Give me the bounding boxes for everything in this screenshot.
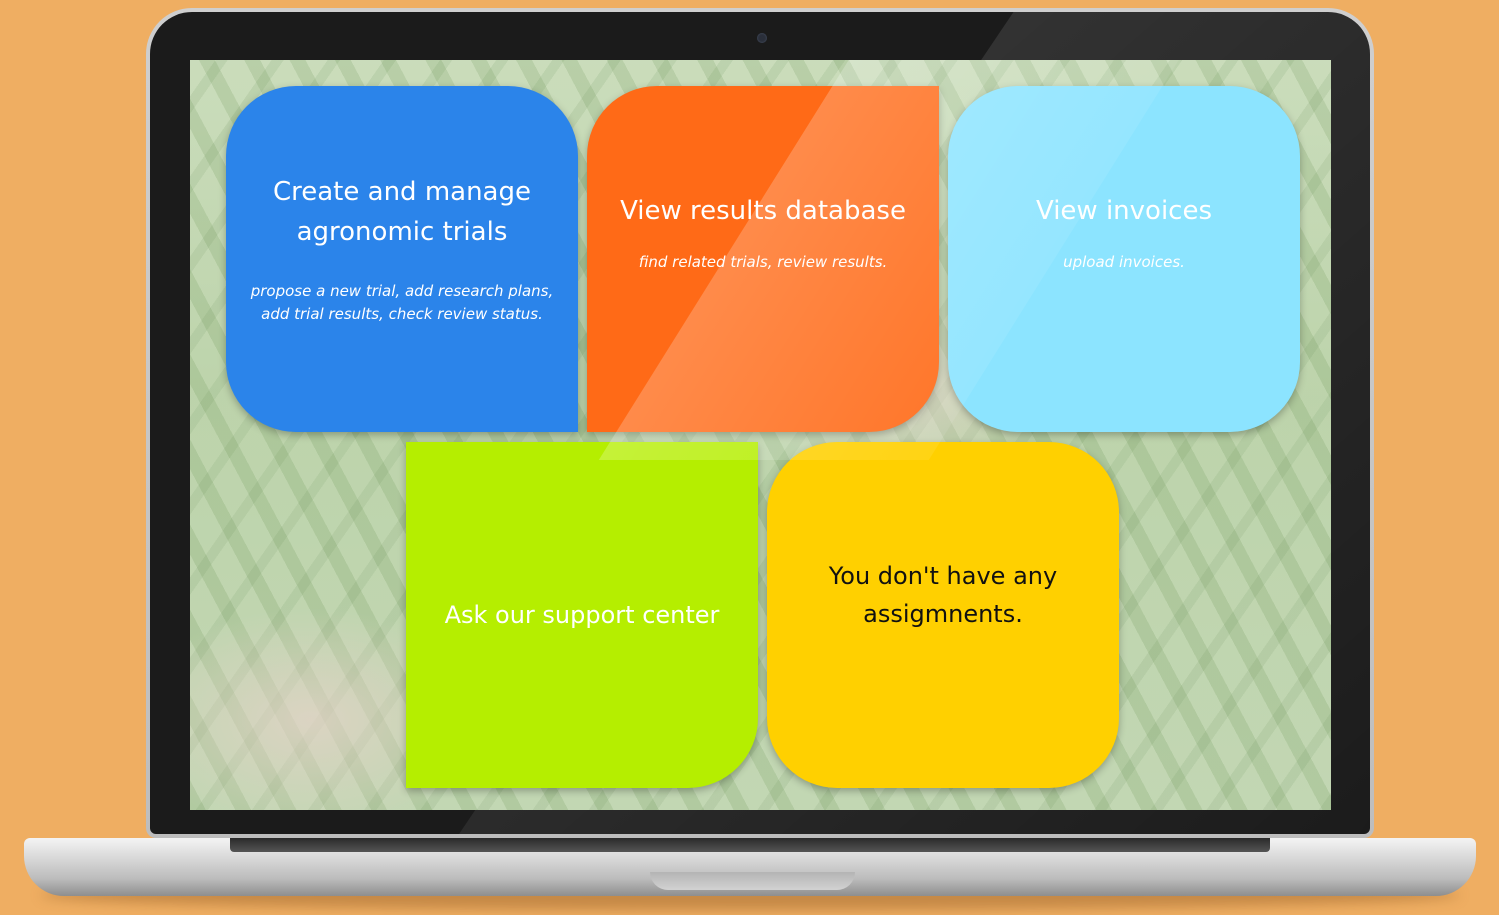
support-center-title: Ask our support center — [444, 601, 720, 629]
manage-trials-title-line1: Create and manage — [272, 177, 531, 207]
manage-trials-description-line1: propose a new trial, add research plans, — [250, 282, 554, 300]
results-database-tile[interactable]: View results database find related trial… — [587, 86, 939, 432]
laptop-opening-notch — [650, 872, 855, 890]
manage-trials-title-line2: agronomic trials — [296, 217, 508, 247]
manage-trials-tile[interactable]: Create and manage agronomic trials propo… — [226, 86, 578, 432]
assignments-tile[interactable]: You don't have any assigmnents. — [767, 442, 1119, 788]
laptop-screen: Create and manage agronomic trials propo… — [190, 60, 1331, 810]
laptop-hinge — [230, 838, 1270, 852]
support-center-tile[interactable]: Ask our support center — [406, 442, 758, 788]
manage-trials-description-line2: add trial results, check review status. — [261, 305, 543, 323]
manage-trials-title: Create and manage agronomic trials — [273, 172, 531, 252]
invoices-title: View invoices — [1035, 195, 1213, 226]
assignments-status-line2: assigmnents. — [863, 600, 1023, 628]
invoices-tile[interactable]: View invoices upload invoices. — [948, 86, 1300, 432]
manage-trials-description: propose a new trial, add research plans,… — [251, 280, 554, 326]
results-database-title: View results database — [620, 195, 906, 226]
results-database-description: find related trials, review results. — [638, 252, 888, 271]
assignments-status-line1: You don't have any — [828, 562, 1058, 590]
invoices-description: upload invoices. — [1063, 252, 1185, 271]
assignments-status: You don't have any assigmnents. — [829, 557, 1057, 633]
webcam-icon — [757, 33, 767, 43]
